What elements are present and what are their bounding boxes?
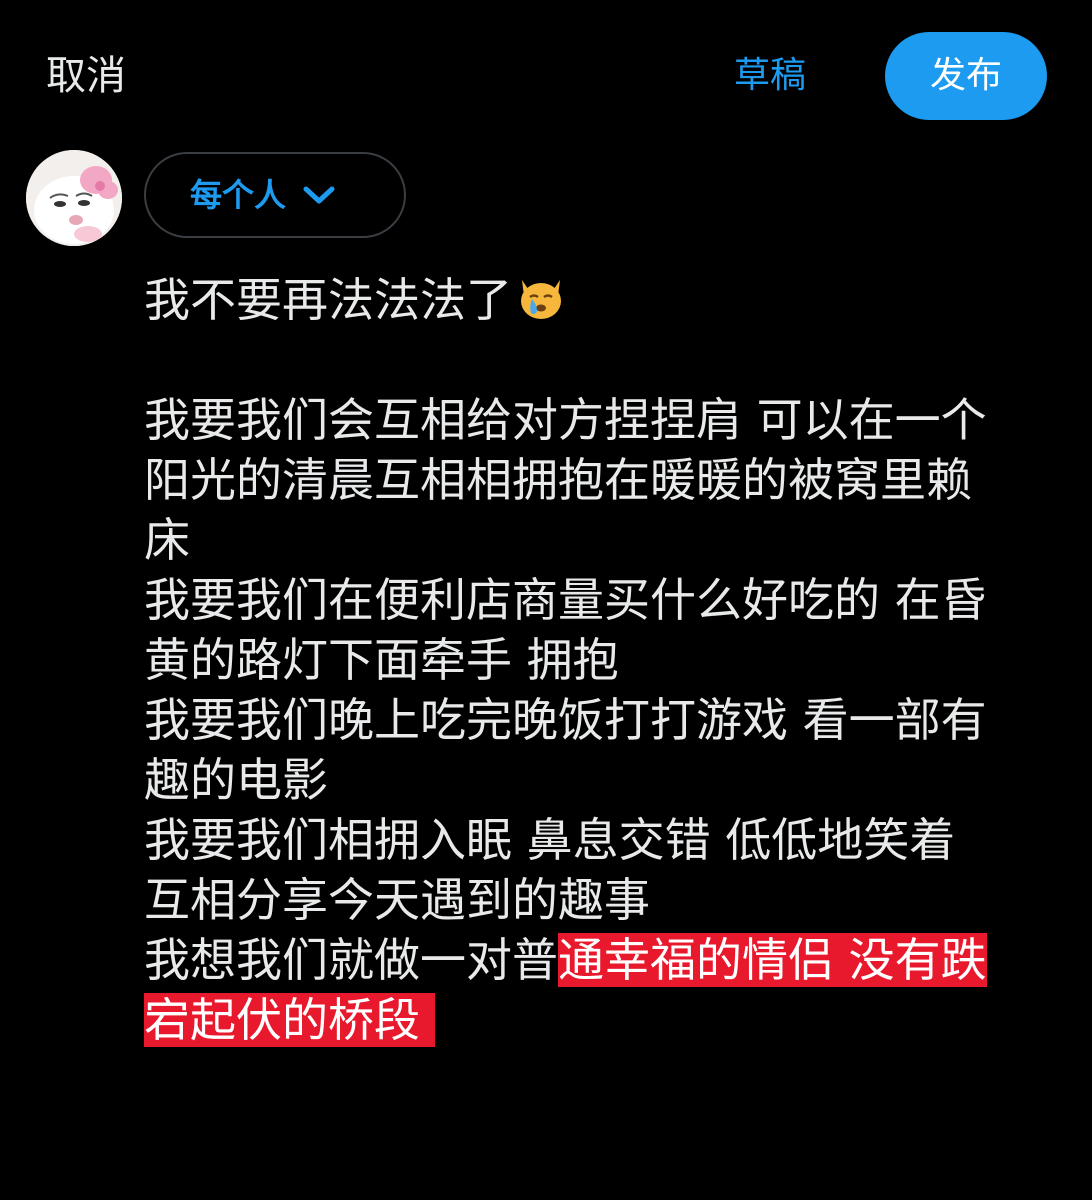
- composer-line: 我要我们会互相给对方捏捏肩 可以在一个: [144, 393, 987, 447]
- composer-title-text: 我不要再法法法了: [144, 273, 512, 327]
- composer-line: 趣的电影: [144, 753, 328, 807]
- cancel-button[interactable]: 取消: [46, 48, 126, 104]
- composer-line: 阳光的清晨互相相拥抱在暖暖的被窝里赖: [144, 453, 972, 507]
- top-bar: 取消 草稿 发布: [0, 0, 1092, 150]
- tweet-composer-text[interactable]: 我不要再法法法了 我要我们会互相给对方捏捏肩 可以在一个 阳光的清晨互相相拥抱在…: [144, 270, 1074, 1050]
- composer-plain-text: 我想我们就做一对普: [144, 933, 558, 987]
- composer-line: 我要我们相拥入眠 鼻息交错 低低地笑着: [144, 813, 956, 867]
- composer-line: 黄的路灯下面牵手 拥抱: [144, 633, 619, 687]
- post-button[interactable]: 发布: [885, 32, 1047, 120]
- composer-line: 我要我们在便利店商量买什么好吃的 在昏: [144, 573, 987, 627]
- composer-line: 床: [144, 513, 190, 567]
- composer-line: 互相分享今天遇到的趣事: [144, 873, 650, 927]
- composer-last-line: 我想我们就做一对普通幸福的情侣 没有跌: [144, 930, 1074, 990]
- avatar[interactable]: [26, 150, 122, 246]
- drafts-button[interactable]: 草稿: [734, 48, 806, 104]
- audience-selector[interactable]: 每个人: [144, 152, 406, 238]
- over-limit-highlight-tail: [420, 993, 435, 1047]
- composer-line: 我要我们晚上吃完晚饭打打游戏 看一部有: [144, 693, 987, 747]
- chevron-down-icon: [303, 186, 335, 204]
- over-limit-highlight: 通幸福的情侣 没有跌: [558, 933, 987, 987]
- over-limit-highlight: 宕起伏的桥段: [144, 993, 420, 1047]
- composer-title-line: 我不要再法法法了: [144, 270, 1074, 330]
- avatar-image: [26, 150, 122, 246]
- crying-cat-face-icon: [521, 280, 561, 319]
- audience-label: 每个人: [190, 176, 287, 214]
- composer-final-line: 宕起伏的桥段: [144, 990, 1074, 1050]
